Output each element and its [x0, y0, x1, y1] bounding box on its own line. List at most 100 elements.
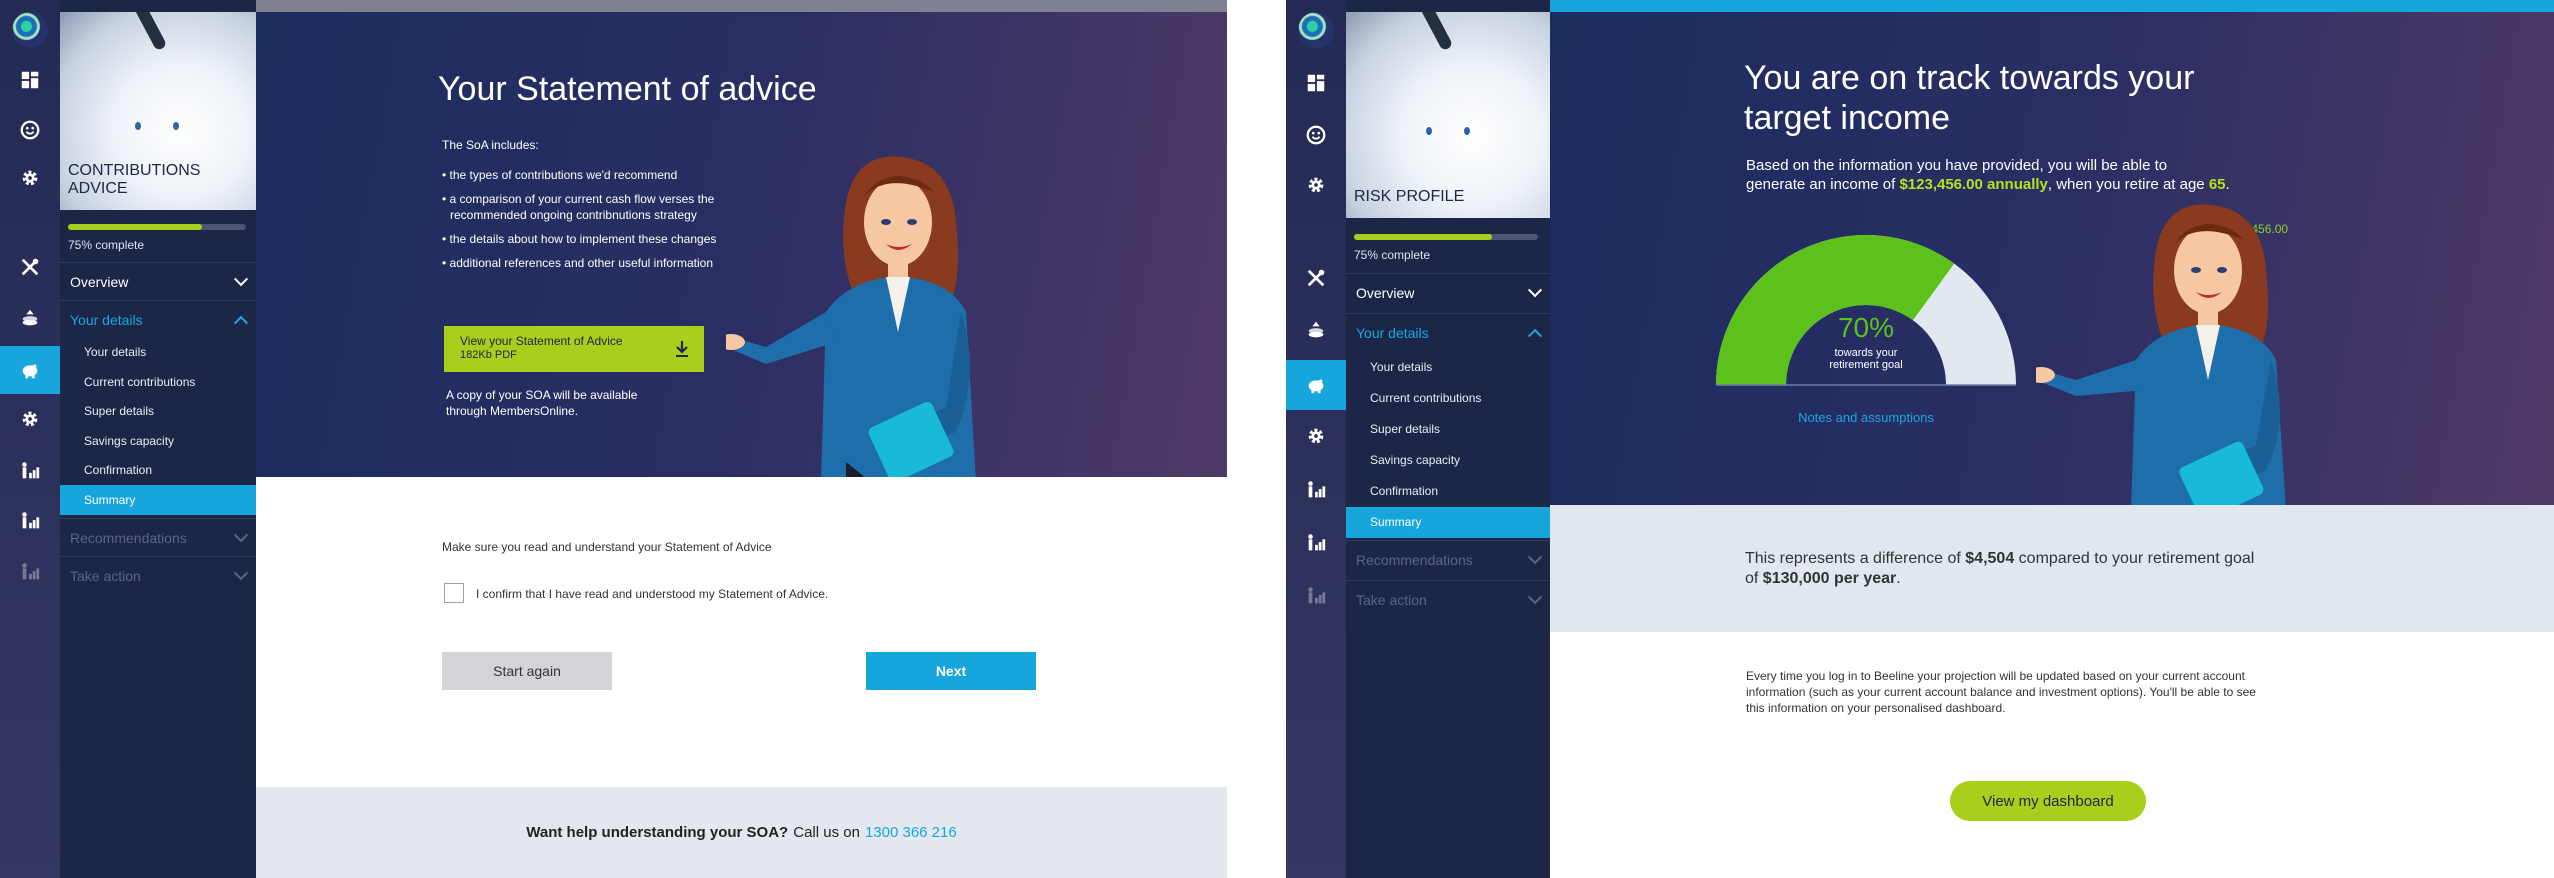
- piggy-bank-icon[interactable]: [0, 346, 60, 394]
- coins-icon[interactable]: [0, 295, 60, 341]
- pig-eye: [135, 122, 141, 130]
- view-soa-button[interactable]: View your Statement of Advice 182Kb PDF: [444, 326, 704, 372]
- nav-your-details-label: Your details: [1356, 324, 1429, 341]
- tools-icon[interactable]: [0, 244, 60, 290]
- person-chart-2-icon[interactable]: [1286, 520, 1346, 566]
- nav-take-action[interactable]: Take action: [60, 556, 256, 594]
- list-item: • a comparison of your current cash flow…: [442, 192, 715, 206]
- nav-your-details[interactable]: Your details: [60, 300, 256, 338]
- sub-item-super-details[interactable]: Super details: [1346, 414, 1550, 445]
- nav-overview-label: Overview: [70, 273, 129, 290]
- gauge-subtitle-line-1: towards your: [1834, 347, 1898, 359]
- difference-label-b: compared to your retirement goal: [2018, 550, 2255, 567]
- smiley-icon[interactable]: [1286, 112, 1346, 158]
- difference-text: This represents a difference of $4,504 c…: [1745, 549, 2385, 589]
- income-label: generate an income of: [1746, 176, 1896, 193]
- download-icon: [676, 341, 688, 357]
- help-footer: Want help understanding your SOA? Call u…: [256, 787, 1227, 878]
- nav-take-action-label: Take action: [1356, 591, 1427, 608]
- person-chart-icon[interactable]: [0, 448, 60, 494]
- confirm-label: I confirm that I have read and understoo…: [476, 587, 829, 601]
- notes-assumptions-link[interactable]: Notes and assumptions: [1796, 410, 1936, 425]
- view-soa-size: 182Kb PDF: [460, 349, 517, 361]
- progress-text: 75% complete: [1354, 248, 1431, 262]
- pen-graphic: [128, 12, 168, 52]
- sidebar-hero-label: RISK PROFILE: [1354, 188, 1465, 205]
- soa-copy-note-line-2: through MembersOnline.: [446, 404, 579, 418]
- dashboard-icon[interactable]: [1286, 60, 1346, 106]
- logo-icon[interactable]: [1298, 12, 1334, 48]
- chevron-down-icon: [233, 527, 249, 542]
- piggy-bank-icon[interactable]: [1286, 360, 1346, 410]
- confirm-checkbox[interactable]: [444, 583, 464, 603]
- page-title-line-1: You are on track towards your: [1744, 59, 2195, 97]
- nav-overview[interactable]: Overview: [60, 262, 256, 300]
- start-again-button[interactable]: Start again: [442, 652, 612, 690]
- view-dashboard-button[interactable]: View my dashboard: [1950, 781, 2146, 821]
- sub-item-your-details[interactable]: Your details: [60, 337, 256, 367]
- sidebar: RISK PROFILE 75% complete Overview Your …: [1346, 0, 1550, 878]
- help-phone-link[interactable]: 1300 366 216: [865, 824, 957, 841]
- nav-take-action-label: Take action: [70, 567, 141, 584]
- advisor-illustration: [2036, 204, 2286, 505]
- sub-item-current-contributions[interactable]: Current contributions: [60, 367, 256, 397]
- nav-take-action[interactable]: Take action: [1346, 580, 1550, 618]
- page-title-line-2: target income: [1744, 99, 1950, 137]
- gear-icon[interactable]: [0, 155, 60, 201]
- help-question: Want help understanding your SOA?: [526, 824, 789, 841]
- chevron-up-icon: [233, 315, 249, 330]
- progress-bar: [1354, 234, 1538, 240]
- settings-icon[interactable]: [1286, 413, 1346, 459]
- nav-recommendations[interactable]: Recommendations: [60, 518, 256, 556]
- progress-bar: [68, 224, 246, 230]
- coins-icon[interactable]: [1286, 307, 1346, 353]
- sub-item-savings-capacity[interactable]: Savings capacity: [60, 426, 256, 456]
- soa-copy-note: A copy of your SOA will be available thr…: [446, 387, 637, 419]
- progress-text: 75% complete: [68, 238, 145, 252]
- income-value: $123,456.00 annually: [1899, 176, 2048, 193]
- list-item: • the types of contributions we'd recomm…: [442, 168, 678, 182]
- sub-item-confirmation[interactable]: Confirmation: [60, 455, 256, 485]
- nav-your-details-label: Your details: [70, 311, 143, 328]
- pig-eye: [1464, 127, 1470, 135]
- gauge-subtitle-line-2: retirement goal: [1829, 359, 1903, 371]
- sub-item-your-details[interactable]: Your details: [1346, 352, 1550, 383]
- nav-recommendations-label: Recommendations: [70, 529, 187, 546]
- next-button[interactable]: Next: [866, 652, 1036, 690]
- chevron-down-icon: [1527, 282, 1543, 297]
- list-item: • the details about how to implement the…: [442, 232, 717, 246]
- income-description: Based on the information you have provid…: [1746, 156, 2306, 194]
- sub-item-savings-capacity[interactable]: Savings capacity: [1346, 445, 1550, 476]
- tools-icon[interactable]: [1286, 255, 1346, 301]
- chevron-down-icon: [1527, 589, 1543, 604]
- progress-fill: [68, 224, 202, 230]
- top-strip: [256, 0, 1227, 12]
- sub-item-super-details[interactable]: Super details: [60, 396, 256, 426]
- sidebar-hero-label: CONTRIBUTIONS ADVICE: [68, 162, 201, 197]
- person-chart-2-icon[interactable]: [0, 498, 60, 544]
- settings-icon[interactable]: [0, 396, 60, 442]
- sub-item-summary[interactable]: Summary: [1346, 507, 1550, 538]
- chevron-down-icon: [1527, 549, 1543, 564]
- smiley-icon[interactable]: [0, 107, 60, 153]
- nav-overview[interactable]: Overview: [1346, 273, 1550, 311]
- sub-item-confirmation[interactable]: Confirmation: [1346, 476, 1550, 507]
- read-note: Make sure you read and understand your S…: [442, 540, 772, 554]
- logo-icon[interactable]: [12, 12, 48, 48]
- difference-label-a: This represents a difference of: [1745, 550, 1961, 567]
- dashboard-icon[interactable]: [0, 57, 60, 103]
- top-strip: [1550, 0, 2554, 12]
- nav-recommendations[interactable]: Recommendations: [1346, 540, 1550, 578]
- gear-icon[interactable]: [1286, 162, 1346, 208]
- page-title: You are on track towards your target inc…: [1744, 58, 2194, 138]
- chevron-up-icon: [1527, 328, 1543, 343]
- difference-amount: $4,504: [1965, 550, 2015, 567]
- person-chart-3-icon[interactable]: [1286, 573, 1346, 619]
- person-chart-3-icon[interactable]: [0, 549, 60, 595]
- dashboard-info-line-3: this information on your personalised da…: [1746, 701, 2006, 715]
- nav-your-details[interactable]: Your details: [1346, 313, 1550, 351]
- person-chart-icon[interactable]: [1286, 467, 1346, 513]
- sub-item-current-contributions[interactable]: Current contributions: [1346, 383, 1550, 414]
- pig-eye: [1426, 127, 1432, 135]
- sub-item-summary[interactable]: Summary: [60, 485, 256, 515]
